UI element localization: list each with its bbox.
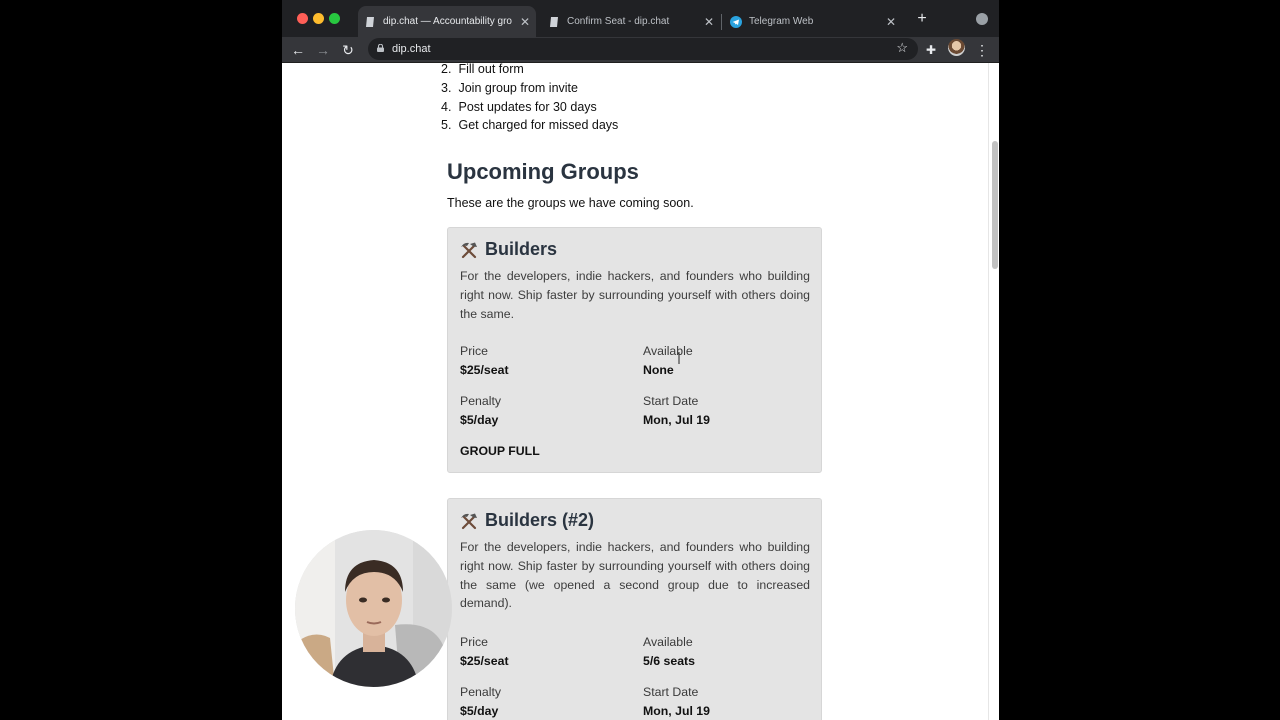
tab-title: Confirm Seat - dip.chat [567, 16, 670, 27]
close-tab-icon[interactable]: ✕ [886, 15, 896, 29]
price-label: Price [460, 635, 489, 649]
group-description: For the developers, indie hackers, and f… [460, 540, 810, 611]
maximize-window-button[interactable] [329, 13, 340, 24]
list-item: 4. Post updates for 30 days [441, 99, 597, 114]
available-label: Available [643, 344, 693, 358]
available-value: 5/6 seats [643, 654, 695, 668]
presenter-video-image [295, 530, 452, 687]
steps-list: 2. Fill out form 3. Join group from invi… [441, 63, 618, 135]
penalty-value: $5/day [460, 704, 499, 718]
group-card: Builders For the developers, indie hacke… [447, 227, 822, 473]
tab-telegram[interactable]: Telegram Web ✕ [724, 6, 902, 37]
webcam-overlay [295, 530, 452, 687]
list-item: 2. Fill out form [441, 63, 524, 76]
group-full-status: GROUP FULL [460, 444, 540, 458]
reload-icon[interactable]: ↻ [339, 41, 357, 59]
back-icon[interactable]: ← [289, 41, 307, 59]
lock-icon [377, 44, 384, 52]
extensions-icon[interactable]: ✚ [922, 41, 940, 59]
list-item: 5. Get charged for missed days [441, 118, 619, 133]
group-card: Builders (#2) For the developers, indie … [447, 498, 822, 720]
list-item: 3. Join group from invite [441, 80, 578, 95]
hammer-and-pick-icon [461, 242, 477, 258]
penalty-label: Penalty [460, 394, 502, 408]
penalty-label: Penalty [460, 685, 502, 699]
start-date-value: Mon, Jul 19 [643, 704, 710, 718]
scrollbar-thumb[interactable] [992, 141, 998, 269]
start-date-label: Start Date [643, 394, 699, 408]
tab-dip-chat[interactable]: dip.chat — Accountability gro ✕ [358, 6, 536, 37]
dip-chat-favicon-icon [548, 16, 560, 28]
price-label: Price [460, 344, 489, 358]
group-title: Builders [460, 239, 557, 260]
group-title: Builders (#2) [460, 510, 594, 531]
group-description: For the developers, indie hackers, and f… [460, 269, 810, 321]
section-intro: These are the groups we have coming soon… [447, 196, 694, 210]
section-title: Upcoming Groups [447, 159, 639, 184]
tab-search-icon[interactable] [976, 13, 988, 25]
new-tab-icon[interactable]: + [913, 10, 931, 28]
forward-icon[interactable]: → [314, 41, 332, 59]
menu-kebab-icon[interactable]: ⋮ [973, 41, 991, 59]
hammer-and-pick-icon [461, 513, 477, 529]
url-text: dip.chat [392, 43, 431, 55]
address-bar[interactable]: dip.chat ☆ [368, 38, 918, 60]
bookmark-star-icon[interactable]: ☆ [896, 40, 908, 56]
tab-confirm-seat[interactable]: Confirm Seat - dip.chat ✕ [542, 6, 720, 37]
close-tab-icon[interactable]: ✕ [520, 15, 530, 29]
telegram-icon [730, 15, 742, 28]
profile-avatar[interactable] [948, 39, 965, 56]
start-date-value: Mon, Jul 19 [643, 413, 710, 427]
scrollbar[interactable] [988, 63, 999, 720]
close-window-button[interactable] [297, 13, 308, 24]
minimize-window-button[interactable] [313, 13, 324, 24]
tab-divider [721, 14, 722, 30]
tab-title: dip.chat — Accountability gro [383, 16, 512, 27]
price-value: $25/seat [460, 654, 509, 668]
penalty-value: $5/day [460, 413, 499, 427]
price-value: $25/seat [460, 363, 509, 377]
browser-toolbar: ← → ↻ dip.chat ☆ ✚ ⋮ [282, 37, 999, 63]
close-tab-icon[interactable]: ✕ [704, 15, 714, 29]
dip-chat-favicon-icon [364, 16, 376, 28]
tab-title: Telegram Web [749, 16, 814, 27]
text-cursor-icon [678, 352, 680, 364]
start-date-label: Start Date [643, 685, 699, 699]
tab-bar: dip.chat — Accountability gro ✕ Confirm … [282, 0, 999, 37]
available-value: None [643, 363, 674, 377]
available-label: Available [643, 635, 693, 649]
